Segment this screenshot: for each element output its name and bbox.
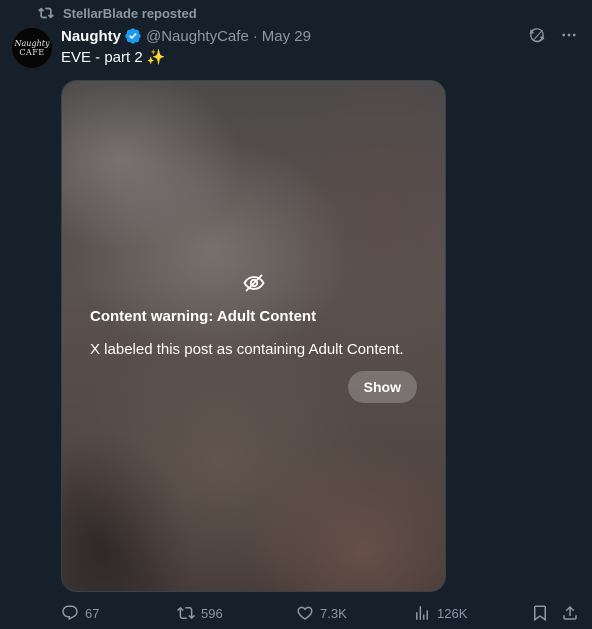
avatar[interactable]: Naughty CAFE [12, 28, 52, 68]
like-button[interactable]: 7.3K [296, 604, 347, 622]
action-bar: 67 596 7.3K 126K [61, 602, 580, 624]
repost-icon [177, 606, 195, 620]
tweet-text-content: EVE - part 2 [61, 49, 143, 66]
heart-icon [297, 606, 313, 620]
reply-count: 67 [85, 605, 100, 621]
repost-indicator[interactable]: StellarBlade reposted [38, 5, 197, 21]
repost-button[interactable]: 596 [177, 604, 223, 622]
show-button[interactable]: Show [347, 371, 417, 403]
avatar-logo: Naughty CAFE [15, 39, 50, 57]
header-actions [528, 26, 578, 44]
views-count: 126K [437, 605, 468, 621]
avatar-logo-bottom: CAFE [19, 48, 45, 57]
repost-text: StellarBlade reposted [63, 5, 197, 21]
bookmark-button[interactable] [531, 604, 549, 622]
share-button[interactable] [561, 604, 579, 622]
share-icon [563, 605, 577, 620]
separator-dot: · [252, 27, 258, 45]
bookmark-icon [534, 605, 546, 622]
more-options-icon[interactable] [560, 26, 578, 44]
like-count: 7.3K [320, 605, 347, 621]
analytics-icon [416, 606, 428, 620]
handle[interactable]: @NaughtyCafe [146, 28, 249, 45]
sparkles-emoji: ✨ [146, 49, 166, 66]
reply-icon [62, 605, 78, 621]
warning-title: Content warning: Adult Content [90, 308, 317, 325]
verified-badge-icon[interactable] [124, 27, 142, 45]
tweet[interactable]: StellarBlade reposted Naughty CAFE Naugh… [0, 0, 592, 629]
grok-icon[interactable] [528, 26, 546, 44]
repost-icon [38, 7, 54, 19]
content-warning: Content warning: Adult Content X labeled… [90, 271, 417, 360]
warning-description: X labeled this post as containing Adult … [90, 341, 404, 358]
views-button[interactable]: 126K [413, 604, 467, 622]
tweet-header: Naughty @NaughtyCafe · May 29 [61, 26, 311, 46]
display-name[interactable]: Naughty [61, 28, 121, 45]
tweet-text: EVE - part 2 ✨ [61, 48, 165, 68]
avatar-logo-top: Naughty [14, 39, 50, 48]
timestamp[interactable]: May 29 [262, 28, 311, 45]
eye-off-icon [242, 274, 265, 292]
reply-button[interactable]: 67 [61, 604, 99, 622]
sensitive-media[interactable]: Content warning: Adult Content X labeled… [61, 80, 446, 592]
repost-count: 596 [201, 605, 223, 621]
